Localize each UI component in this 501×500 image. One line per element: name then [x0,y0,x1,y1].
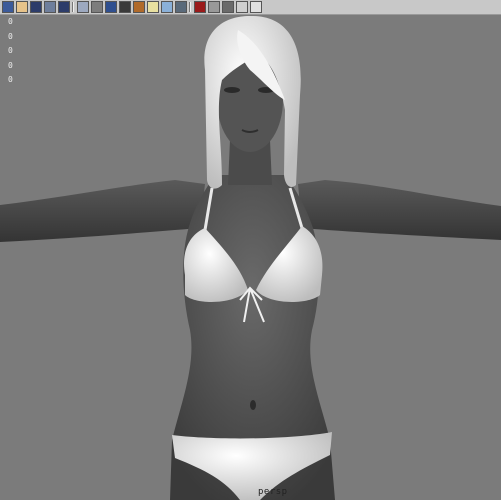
textured-cube-icon[interactable] [119,1,131,13]
shadow-cube-icon[interactable] [161,1,173,13]
joint-xray-icon[interactable] [208,1,220,13]
left-arm [0,180,205,242]
rotate-tool-icon[interactable] [58,1,70,13]
toolbar-separator [189,2,191,12]
camera-label: persp [258,487,288,497]
xray-cube-icon[interactable] [175,1,187,13]
material-icon[interactable] [133,1,145,13]
hud-toggle-icon[interactable] [250,1,262,13]
isolate-select-icon[interactable] [194,1,206,13]
paint-select-icon[interactable] [30,1,42,13]
character-model[interactable] [0,15,501,500]
resolution-gate-icon[interactable] [236,1,248,13]
left-eye [224,87,240,93]
3d-viewport[interactable]: 0 0 0 0 0 persp [0,15,501,500]
toolbar-separator [72,2,74,12]
viewport-toolbar [0,0,501,15]
camera-view-icon[interactable] [77,1,89,13]
shaded-cube-icon[interactable] [105,1,117,13]
wireframe-cube-icon[interactable] [91,1,103,13]
move-tool-icon[interactable] [44,1,56,13]
grid-toggle-icon[interactable] [222,1,234,13]
right-arm [298,180,501,240]
light-bulb-icon[interactable] [147,1,159,13]
navel [250,400,256,410]
lasso-tool-icon[interactable] [16,1,28,13]
select-tool-icon[interactable] [2,1,14,13]
